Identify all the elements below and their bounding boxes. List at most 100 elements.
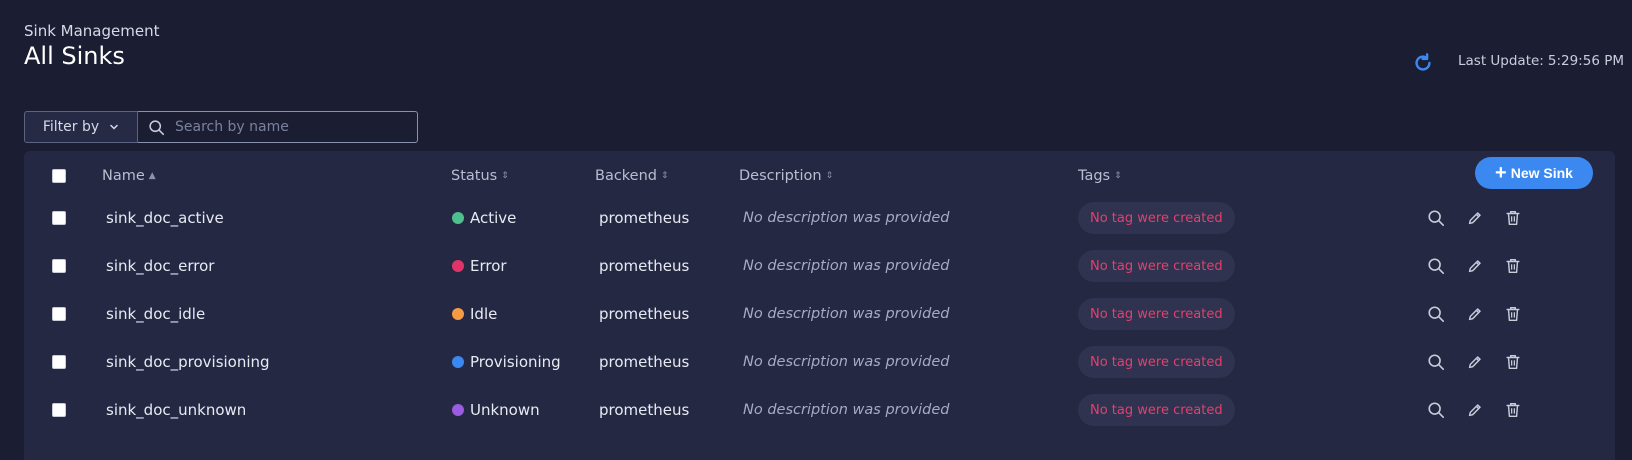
column-description-label: Description xyxy=(739,168,822,184)
row-select-cell xyxy=(52,337,66,387)
sink-name[interactable]: sink_doc_provisioning xyxy=(106,337,270,387)
search-icon xyxy=(1425,303,1447,325)
table-row: sink_doc_error Error prometheus No descr… xyxy=(24,241,1615,291)
pencil-icon xyxy=(1464,207,1486,229)
column-header-name[interactable]: Name ▲ xyxy=(102,163,156,189)
delete-action[interactable] xyxy=(1502,289,1524,339)
select-all-checkbox[interactable] xyxy=(52,169,66,183)
status-dot xyxy=(452,404,464,416)
delete-action[interactable] xyxy=(1502,385,1524,435)
tag-badge: No tag were created xyxy=(1078,250,1235,282)
column-status-label: Status xyxy=(451,168,498,184)
status-cell: Unknown xyxy=(452,385,540,435)
status-dot xyxy=(452,356,464,368)
column-header-status[interactable]: Status ⇕ xyxy=(451,163,509,189)
column-header-backend[interactable]: Backend ⇕ xyxy=(595,163,669,189)
select-all-cell xyxy=(52,163,66,189)
sink-name[interactable]: sink_doc_error xyxy=(106,241,214,291)
filter-by-dropdown[interactable]: Filter by xyxy=(24,111,138,143)
row-checkbox[interactable] xyxy=(52,355,66,369)
view-action[interactable] xyxy=(1425,241,1447,291)
description-value: No description was provided xyxy=(743,258,950,274)
sink-name[interactable]: sink_doc_idle xyxy=(106,289,205,339)
row-select-cell xyxy=(52,241,66,291)
tags-cell: No tag were created xyxy=(1078,202,1235,234)
last-update-time: 5:29:56 PM xyxy=(1547,53,1624,69)
row-checkbox[interactable] xyxy=(52,403,66,417)
backend-value: prometheus xyxy=(599,401,690,419)
status-label: Error xyxy=(470,257,507,275)
view-action[interactable] xyxy=(1425,289,1447,339)
status-label: Active xyxy=(470,209,517,227)
status-cell: Provisioning xyxy=(452,337,561,387)
row-checkbox[interactable] xyxy=(52,259,66,273)
column-backend-label: Backend xyxy=(595,168,658,184)
backend-value: prometheus xyxy=(599,353,690,371)
search-icon xyxy=(1425,207,1447,229)
row-select-cell xyxy=(52,289,66,339)
row-checkbox[interactable] xyxy=(52,211,66,225)
table-row: sink_doc_idle Idle prometheus No descrip… xyxy=(24,289,1615,339)
sort-icon: ⇕ xyxy=(1114,170,1122,181)
column-header-description[interactable]: Description ⇕ xyxy=(739,163,833,189)
delete-action[interactable] xyxy=(1502,241,1524,291)
tags-cell: No tag were created xyxy=(1078,298,1235,330)
tags-cell: No tag were created xyxy=(1078,346,1235,378)
column-header-tags[interactable]: Tags ⇕ xyxy=(1078,163,1122,189)
description-value: No description was provided xyxy=(743,354,950,370)
column-tags-label: Tags xyxy=(1078,168,1111,184)
edit-action[interactable] xyxy=(1464,193,1486,243)
trash-icon xyxy=(1502,399,1524,421)
view-action[interactable] xyxy=(1425,385,1447,435)
edit-action[interactable] xyxy=(1464,289,1486,339)
tag-badge: No tag were created xyxy=(1078,298,1235,330)
delete-action[interactable] xyxy=(1502,337,1524,387)
row-checkbox[interactable] xyxy=(52,307,66,321)
view-action[interactable] xyxy=(1425,193,1447,243)
row-select-cell xyxy=(52,193,66,243)
sink-name[interactable]: sink_doc_unknown xyxy=(106,385,246,435)
description-value: No description was provided xyxy=(743,210,950,226)
edit-action[interactable] xyxy=(1464,241,1486,291)
chevron-down-icon xyxy=(110,124,118,130)
refresh-button[interactable] xyxy=(1412,52,1434,74)
description-value: No description was provided xyxy=(743,306,950,322)
trash-icon xyxy=(1502,351,1524,373)
new-sink-button[interactable]: + New Sink xyxy=(1475,157,1593,189)
row-select-cell xyxy=(52,385,66,435)
search-icon xyxy=(1425,255,1447,277)
column-name-label: Name xyxy=(102,168,145,184)
edit-action[interactable] xyxy=(1464,337,1486,387)
status-dot xyxy=(452,260,464,272)
backend-value: prometheus xyxy=(599,209,690,227)
pencil-icon xyxy=(1464,303,1486,325)
search-field[interactable] xyxy=(138,111,418,143)
sort-icon: ⇕ xyxy=(501,170,509,181)
tags-cell: No tag were created xyxy=(1078,394,1235,426)
plus-icon: + xyxy=(1495,162,1507,184)
sort-icon: ⇕ xyxy=(661,170,669,181)
table-row: sink_doc_provisioning Provisioning prome… xyxy=(24,337,1615,387)
search-icon xyxy=(1425,351,1447,373)
pencil-icon xyxy=(1464,399,1486,421)
trash-icon xyxy=(1502,255,1524,277)
sink-name[interactable]: sink_doc_active xyxy=(106,193,224,243)
pencil-icon xyxy=(1464,255,1486,277)
backend-value: prometheus xyxy=(599,257,690,275)
new-sink-label: New Sink xyxy=(1510,165,1573,181)
sort-icon: ⇕ xyxy=(825,170,834,181)
filter-by-label: Filter by xyxy=(42,119,100,135)
refresh-icon xyxy=(1415,53,1431,71)
page-title: All Sinks xyxy=(24,42,125,70)
search-input[interactable] xyxy=(175,119,405,135)
view-action[interactable] xyxy=(1425,337,1447,387)
sinks-table: Name ▲ Status ⇕ Backend ⇕ Description ⇕ … xyxy=(24,151,1615,460)
backend-value: prometheus xyxy=(599,305,690,323)
table-row: sink_doc_unknown Unknown prometheus No d… xyxy=(24,385,1615,435)
delete-action[interactable] xyxy=(1502,193,1524,243)
sort-ascending-icon: ▲ xyxy=(148,170,156,181)
edit-action[interactable] xyxy=(1464,385,1486,435)
tag-badge: No tag were created xyxy=(1078,346,1235,378)
status-cell: Idle xyxy=(452,289,497,339)
tags-cell: No tag were created xyxy=(1078,250,1235,282)
